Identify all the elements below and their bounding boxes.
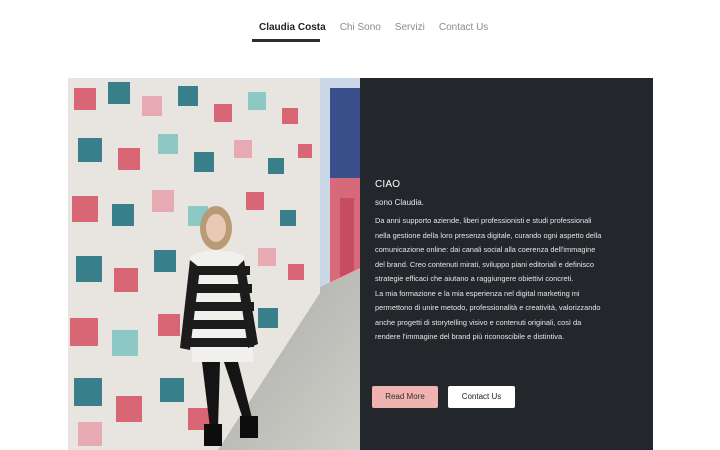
nav-item-claudia-costa[interactable]: Claudia Costa [252, 21, 333, 41]
intro-body: Da anni supporto aziende, liberi profess… [375, 214, 605, 345]
nav-item-contact-us[interactable]: Contact Us [432, 21, 495, 41]
nav-menu: Claudia Costa Chi Sono Servizi Contact U… [252, 21, 495, 41]
intro-panel: CIAO sono Claudia. Da anni supporto azie… [360, 78, 653, 450]
intro-paragraph-2: La mia formazione e la mia esperienza ne… [375, 288, 601, 342]
intro-title: CIAO [375, 179, 401, 190]
contact-us-button[interactable]: Contact Us [448, 386, 515, 408]
top-navigation: Claudia Costa Chi Sono Servizi Contact U… [0, 0, 720, 50]
portrait-illustration [68, 78, 360, 450]
hero-section: CIAO sono Claudia. Da anni supporto azie… [68, 78, 653, 450]
intro-paragraph-1: Da anni supporto aziende, liberi profess… [375, 216, 602, 283]
intro-greeting: sono Claudia. [375, 198, 424, 207]
portrait-photo [68, 78, 360, 450]
nav-item-chi-sono[interactable]: Chi Sono [333, 21, 388, 41]
nav-active-underline [252, 39, 320, 42]
read-more-button[interactable]: Read More [372, 386, 438, 408]
nav-item-servizi[interactable]: Servizi [388, 21, 432, 41]
